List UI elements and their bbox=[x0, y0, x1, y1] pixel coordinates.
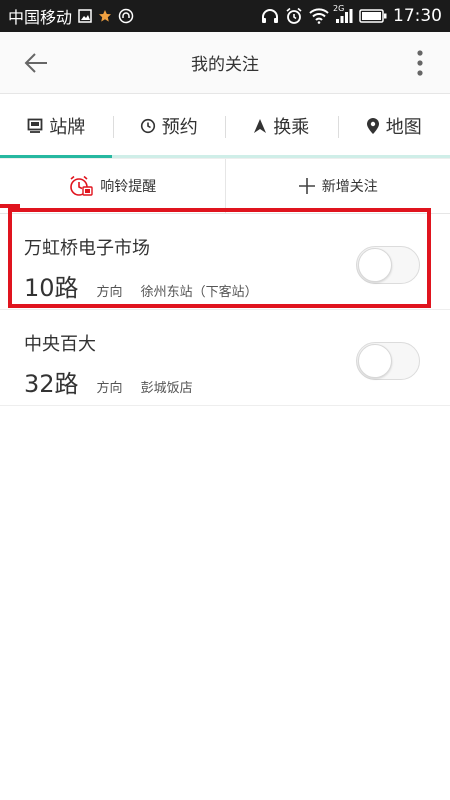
tab-bar: 站牌 预约 换乘 地图 bbox=[0, 94, 450, 158]
toggle-knob bbox=[358, 248, 392, 282]
more-vertical-icon bbox=[417, 49, 423, 76]
map-pin-icon bbox=[366, 118, 379, 134]
signal-icon: 2G bbox=[333, 4, 353, 24]
image-icon bbox=[78, 9, 92, 23]
headphones-icon bbox=[261, 8, 279, 24]
tab-stations[interactable]: 站牌 bbox=[0, 94, 113, 158]
tab-reservation[interactable]: 预约 bbox=[112, 94, 226, 158]
action-row: 响铃提醒 新增关注 bbox=[0, 158, 450, 214]
more-menu-button[interactable] bbox=[402, 45, 438, 81]
page-title: 我的关注 bbox=[191, 55, 259, 75]
status-bar: 中国移动 2G 17:30 bbox=[0, 0, 450, 32]
bus-stop-icon bbox=[27, 118, 43, 133]
list-item[interactable]: 中央百大 32路 方向 彭城饭店 bbox=[0, 310, 450, 406]
tab-label: 预约 bbox=[161, 117, 198, 138]
plus-icon bbox=[298, 178, 315, 194]
add-follow-label: 新增关注 bbox=[321, 179, 378, 195]
ring-reminder-label: 响铃提醒 bbox=[100, 179, 157, 195]
tab-indicator-track bbox=[0, 155, 450, 158]
alarm-icon bbox=[285, 7, 303, 25]
status-right: 2G 17:30 bbox=[261, 4, 442, 26]
add-follow-button[interactable]: 新增关注 bbox=[224, 159, 450, 213]
clock-icon bbox=[140, 118, 155, 134]
tab-active-indicator bbox=[0, 155, 112, 158]
alarm-clock-icon bbox=[70, 175, 93, 196]
status-left: 中国移动 bbox=[8, 4, 134, 28]
clock-time: 17:30 bbox=[393, 6, 442, 26]
route-number: 32路 bbox=[24, 370, 79, 398]
star-icon bbox=[98, 9, 112, 23]
highlight-tick bbox=[0, 204, 20, 208]
tab-label: 站牌 bbox=[49, 117, 86, 138]
wifi-icon bbox=[309, 8, 329, 24]
direction-value: 彭城饭店 bbox=[140, 381, 193, 396]
tab-label: 换乘 bbox=[273, 117, 310, 138]
direction-label: 方向 bbox=[96, 381, 123, 396]
reminder-toggle[interactable] bbox=[356, 342, 420, 380]
tab-transfer[interactable]: 换乘 bbox=[225, 94, 338, 158]
follow-list: 万虹桥电子市场 10路 方向 徐州东站（下客站） 中央百大 32路 方向 彭城饭… bbox=[0, 214, 450, 406]
headset-app-icon bbox=[118, 8, 134, 24]
battery-icon bbox=[359, 9, 387, 23]
toggle-knob bbox=[358, 344, 392, 378]
reminder-toggle[interactable] bbox=[356, 246, 420, 284]
ring-reminder-button[interactable]: 响铃提醒 bbox=[0, 159, 225, 213]
direction-value: 徐州东站（下客站） bbox=[140, 285, 258, 300]
back-arrow-icon bbox=[24, 52, 47, 73]
direction-label: 方向 bbox=[96, 285, 123, 300]
tab-label: 地图 bbox=[385, 117, 422, 138]
back-button[interactable] bbox=[18, 45, 54, 81]
network-type-label: 2G bbox=[333, 4, 345, 13]
list-item[interactable]: 万虹桥电子市场 10路 方向 徐州东站（下客站） bbox=[0, 214, 450, 310]
carrier-label: 中国移动 bbox=[8, 8, 73, 27]
navigation-arrow-icon bbox=[254, 119, 267, 133]
tab-map[interactable]: 地图 bbox=[337, 94, 450, 158]
app-header: 我的关注 bbox=[0, 32, 450, 94]
route-number: 10路 bbox=[24, 274, 79, 302]
